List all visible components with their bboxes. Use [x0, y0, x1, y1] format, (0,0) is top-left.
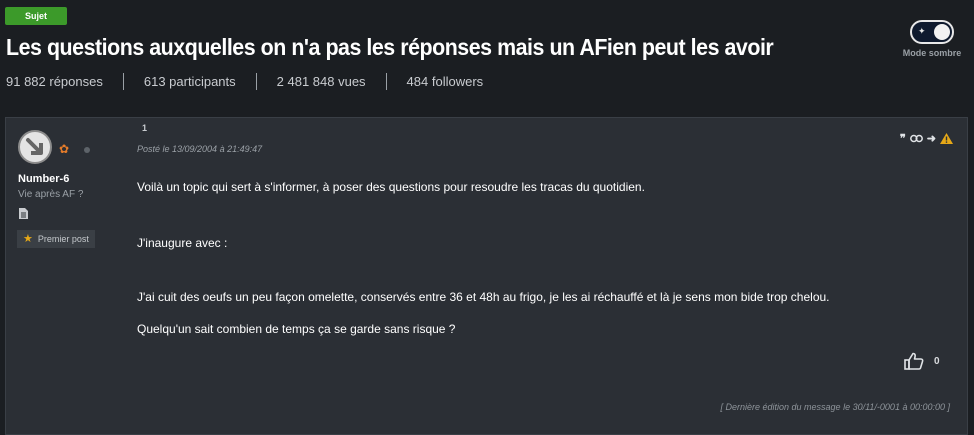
post-paragraph: Quelqu'un sait combien de temps ça se ga…: [137, 322, 456, 336]
first-post-label: Premier post: [37, 234, 89, 244]
stat-replies: 91 882 réponses: [6, 74, 103, 89]
author-name[interactable]: Number-6: [18, 173, 69, 185]
quote-icon[interactable]: ❞: [900, 132, 906, 145]
toggle-knob: [934, 24, 950, 40]
warning-icon[interactable]: [940, 133, 953, 144]
stat-participants: 613 participants: [122, 73, 256, 90]
arrow-down-right-icon: [26, 138, 43, 155]
topic-badge: Sujet: [5, 7, 68, 25]
thumbs-up-icon: [904, 352, 924, 370]
page-title: Les questions auxquelles on n'a pas les …: [6, 34, 774, 60]
award-icon: ✿: [59, 142, 70, 156]
star-icon: ★: [23, 232, 33, 245]
link-icon[interactable]: [909, 134, 923, 143]
dark-mode-toggle[interactable]: ✦ Mode sombre: [898, 20, 966, 58]
forum-post: ✿ Number-6 Vie après AF ? ★ Premier post…: [5, 117, 968, 435]
online-status-icon: [84, 147, 90, 153]
stat-followers: 484 followers: [385, 73, 504, 90]
stat-views: 2 481 848 vues: [255, 73, 386, 90]
post-paragraph: Voilà un topic qui sert à s'informer, à …: [137, 180, 645, 194]
like-button[interactable]: 0: [904, 352, 940, 370]
post-paragraph: J'inaugure avec :: [137, 236, 228, 250]
like-count: 0: [934, 355, 940, 367]
toggle-label: Mode sombre: [902, 48, 962, 58]
post-date: Posté le 13/09/2004 à 21:49:47: [137, 144, 263, 154]
topic-stats: 91 882 réponses 613 participants 2 481 8…: [6, 73, 503, 90]
toggle-switch[interactable]: ✦: [910, 20, 954, 44]
post-actions: ❞ ➜: [900, 132, 953, 145]
avatar[interactable]: [18, 130, 52, 164]
author-title: Vie après AF ?: [18, 189, 84, 200]
post-number[interactable]: 1: [142, 123, 147, 133]
share-arrow-icon[interactable]: ➜: [927, 132, 936, 145]
post-paragraph: J'ai cuit des oeufs un peu façon omelett…: [137, 290, 830, 304]
edit-note: [ Dernière édition du message le 30/11/-…: [720, 402, 951, 412]
document-icon[interactable]: [19, 208, 28, 219]
first-post-badge: ★ Premier post: [17, 230, 95, 248]
moon-icon: ✦: [918, 26, 926, 36]
